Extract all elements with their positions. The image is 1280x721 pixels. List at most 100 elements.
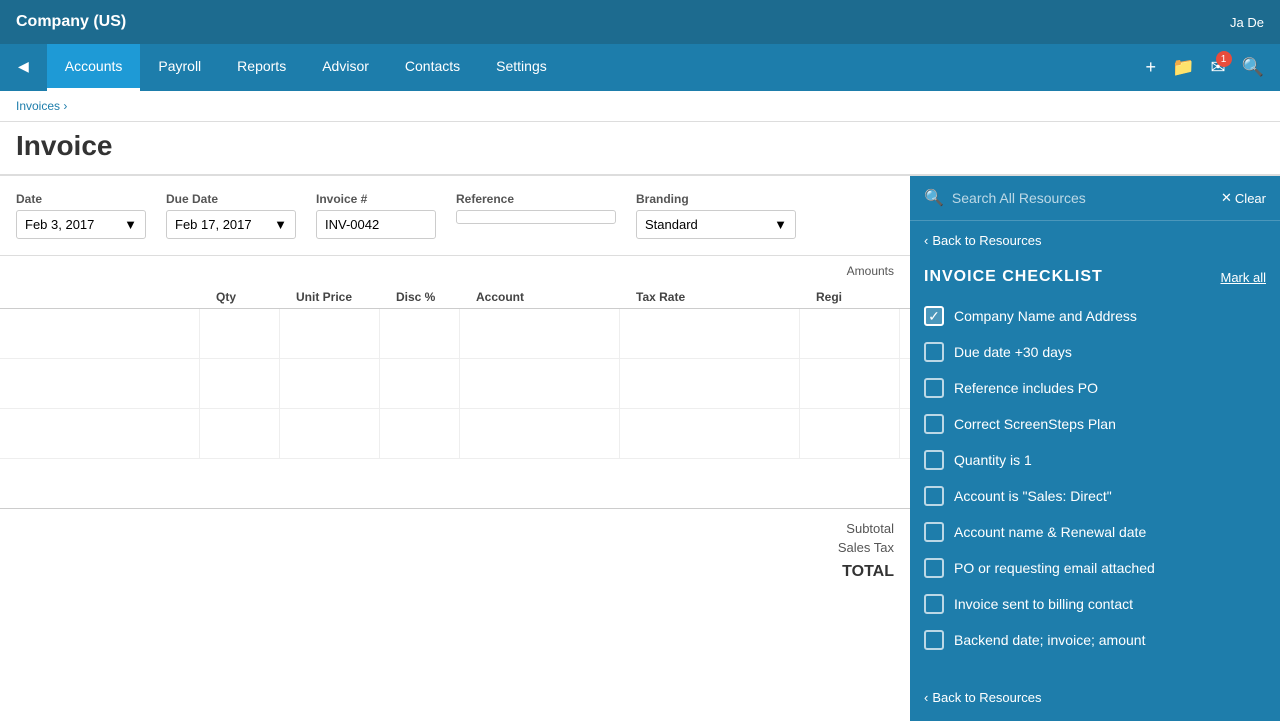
- clear-button[interactable]: ✕ Clear: [1221, 190, 1266, 206]
- branding-input[interactable]: Standard ▼: [636, 210, 796, 239]
- checklist-item-8: Invoice sent to billing contact: [924, 586, 1266, 622]
- back-label-bottom: Back to Resources: [932, 690, 1041, 705]
- cell-disc[interactable]: [380, 359, 460, 408]
- table-body: [0, 309, 910, 509]
- checkbox-quantity[interactable]: [924, 450, 944, 470]
- cell-disc[interactable]: [380, 409, 460, 458]
- cell-unit-price[interactable]: [280, 409, 380, 458]
- due-date-field-group: Due Date Feb 17, 2017 ▼: [166, 192, 296, 239]
- nav-item-settings[interactable]: Settings: [478, 44, 565, 91]
- nav-item-contacts[interactable]: Contacts: [387, 44, 478, 91]
- folder-icon[interactable]: 📁: [1172, 57, 1194, 78]
- checklist-item-5: Account is "Sales: Direct": [924, 478, 1266, 514]
- mail-icon[interactable]: ✉ 1: [1210, 57, 1225, 78]
- checkbox-screensteps-plan[interactable]: [924, 414, 944, 434]
- cell-regi[interactable]: [800, 359, 900, 408]
- nav-item-dashboard[interactable]: ◀: [0, 44, 47, 91]
- top-bar: Company (US) Ja De: [0, 0, 1280, 44]
- cell-regi[interactable]: [800, 409, 900, 458]
- nav-item-label: Contacts: [405, 58, 460, 74]
- breadcrumb-parent[interactable]: Invoices: [16, 99, 60, 113]
- date-input[interactable]: Feb 3, 2017 ▼: [16, 210, 146, 239]
- back-to-resources-bottom[interactable]: ‹ Back to Resources: [910, 674, 1280, 721]
- invoice-area: Date Feb 3, 2017 ▼ Due Date Feb 17, 2017…: [0, 176, 910, 721]
- checkbox-account-renewal[interactable]: [924, 522, 944, 542]
- due-date-value: Feb 17, 2017: [175, 217, 252, 232]
- cell-desc[interactable]: [0, 409, 200, 458]
- nav-item-reports[interactable]: Reports: [219, 44, 304, 91]
- checkbox-invoice-billing[interactable]: [924, 594, 944, 614]
- cell-unit-price[interactable]: [280, 359, 380, 408]
- checklist-item-label-7: PO or requesting email attached: [954, 560, 1155, 576]
- branding-label: Branding: [636, 192, 796, 206]
- checklist-item-label-5: Account is "Sales: Direct": [954, 488, 1112, 504]
- date-field-group: Date Feb 3, 2017 ▼: [16, 192, 146, 239]
- checklist-item-9: Backend date; invoice; amount: [924, 622, 1266, 658]
- table-row: [0, 359, 910, 409]
- checklist-item-label-9: Backend date; invoice; amount: [954, 632, 1145, 648]
- cell-account[interactable]: [460, 359, 620, 408]
- checklist-item-3: Correct ScreenSteps Plan: [924, 406, 1266, 442]
- subtotal-label: Subtotal: [846, 521, 894, 536]
- date-value: Feb 3, 2017: [25, 217, 94, 232]
- checkbox-backend-date[interactable]: [924, 630, 944, 650]
- checklist-item-label-3: Correct ScreenSteps Plan: [954, 416, 1116, 432]
- plus-icon[interactable]: +: [1146, 57, 1157, 78]
- back-to-resources-top[interactable]: ‹ Back to Resources: [910, 221, 1280, 260]
- cell-qty[interactable]: [200, 309, 280, 358]
- col-desc: [16, 290, 216, 304]
- search-input[interactable]: [952, 190, 1213, 206]
- subtotal-row: Subtotal: [16, 521, 894, 536]
- cell-unit-price[interactable]: [280, 309, 380, 358]
- checkbox-due-date[interactable]: [924, 342, 944, 362]
- search-icon[interactable]: 🔍: [1242, 57, 1264, 78]
- totals-area: Subtotal Sales Tax TOTAL: [0, 509, 910, 593]
- checklist-item-label-2: Reference includes PO: [954, 380, 1098, 396]
- due-date-input[interactable]: Feb 17, 2017 ▼: [166, 210, 296, 239]
- amounts-row: Amounts: [0, 256, 910, 286]
- mail-badge: 1: [1216, 51, 1232, 67]
- nav-item-label: Advisor: [322, 58, 369, 74]
- cell-tax-rate[interactable]: [620, 409, 800, 458]
- cell-regi[interactable]: [800, 309, 900, 358]
- cell-account[interactable]: [460, 309, 620, 358]
- branding-field-group: Branding Standard ▼: [636, 192, 796, 239]
- company-name: Company (US): [16, 13, 126, 31]
- chevron-left-bottom-icon: ‹: [924, 690, 928, 705]
- checklist-item-label-4: Quantity is 1: [954, 452, 1032, 468]
- page-title-bar: Invoice: [0, 122, 1280, 175]
- checklist-item-0: Company Name and Address: [924, 298, 1266, 334]
- mark-all-button[interactable]: Mark all: [1220, 270, 1266, 285]
- checkbox-company-name[interactable]: [924, 306, 944, 326]
- due-date-dropdown-icon[interactable]: ▼: [274, 217, 287, 232]
- cell-disc[interactable]: [380, 309, 460, 358]
- table-header: Qty Unit Price Disc % Account Tax Rate R…: [0, 286, 910, 309]
- total-label: TOTAL: [16, 563, 894, 581]
- cell-tax-rate[interactable]: [620, 309, 800, 358]
- date-dropdown-icon[interactable]: ▼: [124, 217, 137, 232]
- main-content: Date Feb 3, 2017 ▼ Due Date Feb 17, 2017…: [0, 176, 1280, 721]
- nav-item-advisor[interactable]: Advisor: [304, 44, 387, 91]
- cell-account[interactable]: [460, 409, 620, 458]
- chevron-left-icon: ‹: [924, 233, 928, 248]
- checklist-header: INVOICE CHECKLIST Mark all: [910, 260, 1280, 298]
- checkbox-reference-po[interactable]: [924, 378, 944, 398]
- cell-desc[interactable]: [0, 309, 200, 358]
- nav-bar: ◀ Accounts Payroll Reports Advisor Conta…: [0, 44, 1280, 91]
- nav-item-payroll[interactable]: Payroll: [140, 44, 219, 91]
- cell-tax-rate[interactable]: [620, 359, 800, 408]
- cell-desc[interactable]: [0, 359, 200, 408]
- cell-qty[interactable]: [200, 409, 280, 458]
- nav-item-accounts[interactable]: Accounts: [47, 44, 141, 91]
- cell-qty[interactable]: [200, 359, 280, 408]
- table-row: [0, 409, 910, 459]
- nav-item-label: Reports: [237, 58, 286, 74]
- checkbox-account-sales-direct[interactable]: [924, 486, 944, 506]
- invoice-num-input[interactable]: INV-0042: [316, 210, 436, 239]
- branding-dropdown-icon[interactable]: ▼: [774, 217, 787, 232]
- reference-input[interactable]: [456, 210, 616, 224]
- checklist-item-label-6: Account name & Renewal date: [954, 524, 1146, 540]
- checkbox-po-email[interactable]: [924, 558, 944, 578]
- checklist-item-1: Due date +30 days: [924, 334, 1266, 370]
- col-regi: Regi: [816, 290, 910, 304]
